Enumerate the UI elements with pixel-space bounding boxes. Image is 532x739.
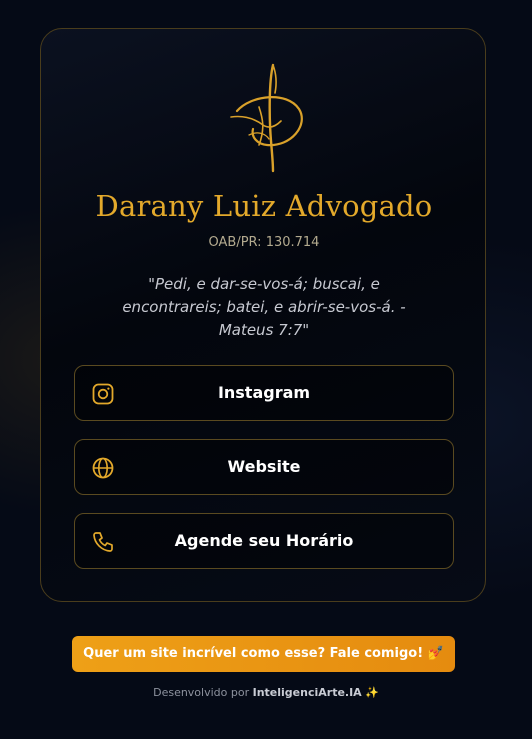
cta-button[interactable]: Quer um site incrível como esse? Fale co… (72, 636, 455, 672)
website-button[interactable]: Website (74, 439, 454, 495)
footer-brand-link[interactable]: InteligenciArte.IA (253, 686, 362, 699)
website-button-label: Website (227, 457, 301, 476)
schedule-button-label: Agende seu Horário (174, 531, 354, 550)
footer-prefix: Desenvolvido por (153, 686, 250, 699)
lawyer-name: Darany Luiz Advogado (95, 189, 433, 223)
sparkle-icon: ✨ (365, 686, 379, 699)
bible-quote: "Pedi, e dar-se-vos-á; buscai, e encontr… (122, 275, 406, 339)
footer-credit: Desenvolvido por InteligenciArte.IA ✨ (0, 686, 532, 699)
instagram-button[interactable]: Instagram (74, 365, 454, 421)
signature-logo-icon (230, 63, 303, 173)
instagram-button-label: Instagram (217, 383, 311, 402)
oab-registration: OAB/PR: 130.714 (208, 235, 320, 250)
schedule-button[interactable]: Agende seu Horário (74, 513, 454, 569)
profile-card: Darany Luiz Advogado OAB/PR: 130.714 "Pe… (40, 28, 486, 602)
